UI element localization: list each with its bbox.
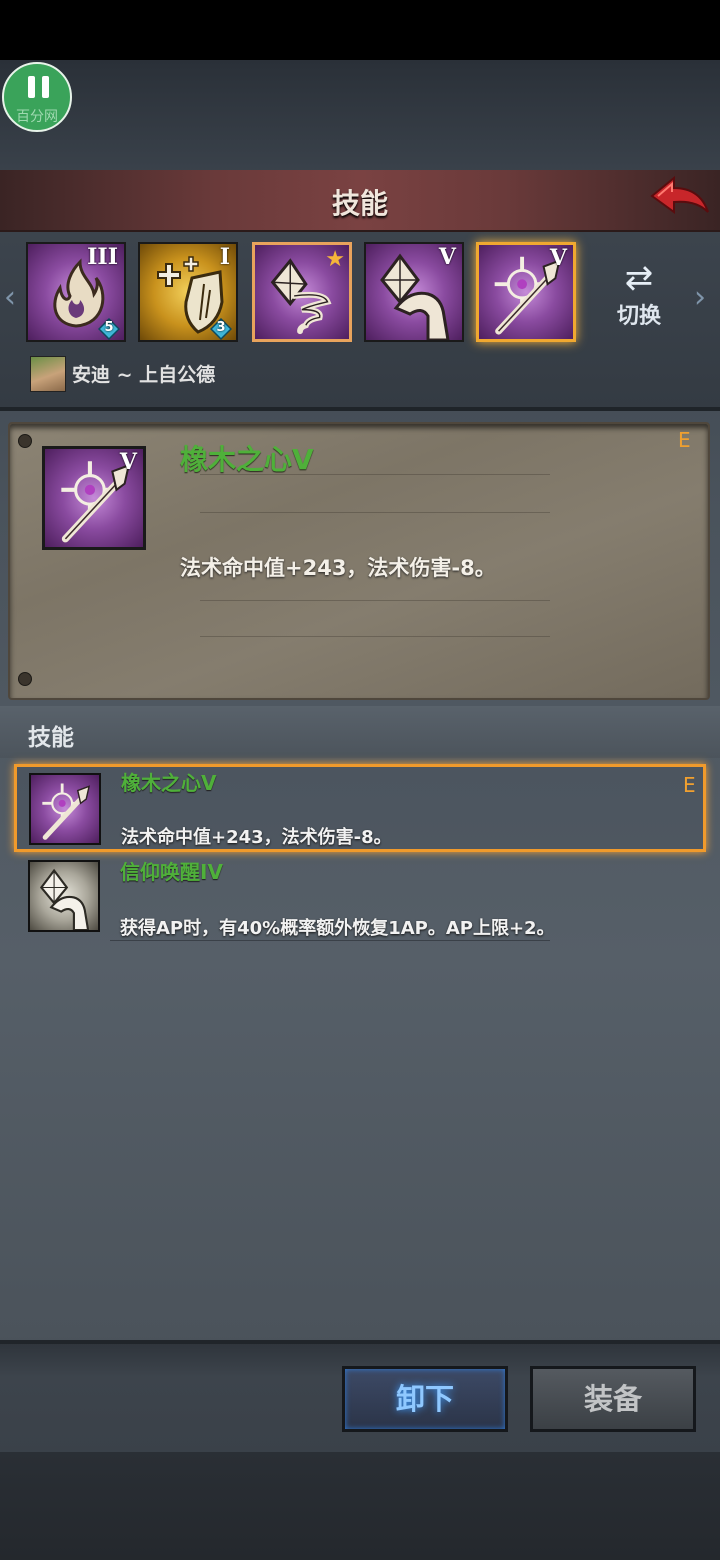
back-arrow-icon[interactable]	[648, 174, 712, 226]
list-skill-name: 信仰唤醒IV	[120, 860, 223, 884]
pause-icon	[28, 76, 50, 98]
list-skill-description: 获得AP时，有40%概率额外恢复1AP。AP上限+2。	[120, 918, 555, 939]
skill-slot-1[interactable]: III 5	[26, 242, 126, 342]
detail-skill-description: 法术命中值+243，法术伤害-8。	[180, 556, 496, 580]
list-skill-icon	[29, 773, 101, 845]
equipped-tag: E	[678, 428, 691, 452]
gem-badge: 3	[210, 318, 232, 340]
skills-section-header: 技能	[0, 706, 720, 758]
equip-button[interactable]: 装备	[530, 1366, 696, 1432]
list-skill-description: 法术命中值+243，法术伤害-8。	[121, 827, 392, 848]
list-skill-name: 橡木之心V	[121, 771, 217, 795]
gem-badge: 5	[98, 318, 120, 340]
star-icon: ★	[325, 247, 345, 272]
rivet	[18, 434, 32, 448]
detail-skill-name: 橡木之心V	[180, 443, 314, 476]
title-bar: 技能	[0, 170, 720, 233]
prev-arrow-icon[interactable]: ‹	[4, 280, 16, 315]
skill-slot-4[interactable]: V	[364, 242, 464, 342]
pause-button[interactable]: 百分网	[2, 62, 72, 132]
skill-level: V	[438, 244, 456, 270]
page-title: 技能	[331, 187, 388, 220]
footer	[0, 1452, 720, 1560]
gem-count: 3	[216, 320, 226, 335]
status-bar	[0, 0, 720, 60]
divider	[110, 940, 550, 941]
oak-heart-staff-icon	[42, 783, 91, 840]
section-title: 技能	[28, 725, 74, 751]
skill-slot-5[interactable]: V	[476, 242, 576, 342]
skill-level: I	[219, 244, 230, 270]
gem-count: 5	[104, 320, 114, 335]
list-skill-icon	[28, 860, 100, 932]
skill-slot-3[interactable]: ★	[252, 242, 352, 342]
unequip-button[interactable]: 卸下	[342, 1366, 508, 1432]
swap-arrows-icon: ⇄	[624, 258, 654, 298]
skill-slot-2[interactable]: I 3	[138, 242, 238, 342]
avatar	[30, 356, 66, 392]
watermark-text: 百分网	[16, 109, 58, 125]
skill-level: III	[87, 244, 118, 270]
switch-button[interactable]: ⇄ 切换	[608, 258, 670, 338]
equipped-tag: E	[683, 773, 696, 797]
switch-label: 切换	[616, 304, 661, 329]
skill-list-item-1[interactable]: 橡木之心V 法术命中值+243，法术伤害-8。 E	[14, 764, 706, 852]
skill-list-item-2[interactable]: 信仰唤醒IV 获得AP时，有40%概率额外恢复1AP。AP上限+2。	[0, 856, 720, 940]
skill-level: V	[119, 449, 137, 475]
skill-level: V	[549, 245, 567, 271]
crystal-hand-icon	[39, 868, 90, 932]
detail-skill-icon: V	[42, 446, 146, 550]
character-name: 安迪 ~ 上自公德	[72, 364, 216, 386]
rivet	[18, 672, 32, 686]
next-arrow-icon[interactable]: ›	[694, 280, 706, 315]
